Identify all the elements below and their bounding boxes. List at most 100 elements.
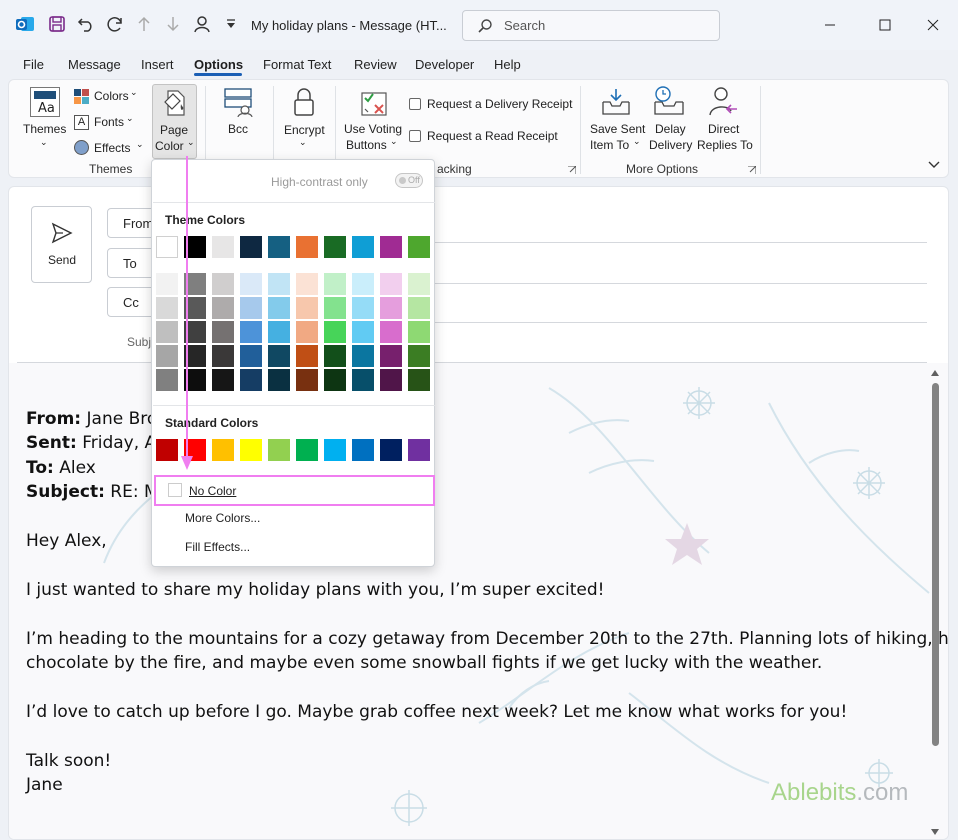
color-swatch[interactable] <box>324 321 346 343</box>
color-swatch[interactable] <box>324 273 346 295</box>
color-swatch[interactable] <box>324 236 346 258</box>
minimize-button[interactable] <box>817 12 843 38</box>
delivery-receipt-checkbox[interactable] <box>409 98 421 110</box>
color-swatch[interactable] <box>408 273 430 295</box>
color-swatch[interactable] <box>352 297 374 319</box>
color-swatch[interactable] <box>240 321 262 343</box>
color-swatch[interactable] <box>352 273 374 295</box>
voting-label-line2[interactable]: Buttons <box>346 138 387 152</box>
color-swatch[interactable] <box>212 439 234 461</box>
no-color-swatch[interactable] <box>168 483 182 497</box>
person-icon[interactable] <box>192 14 212 34</box>
save-sent-icon[interactable] <box>600 87 632 117</box>
tab-file[interactable]: File <box>23 57 44 72</box>
color-swatch[interactable] <box>240 297 262 319</box>
color-swatch[interactable] <box>408 369 430 391</box>
color-swatch[interactable] <box>324 369 346 391</box>
page-color-button[interactable]: Page Color ⌄ <box>152 84 197 159</box>
arrow-down-icon[interactable] <box>163 14 183 34</box>
more-colors-item[interactable]: More Colors... <box>185 511 260 525</box>
search-input[interactable]: Search <box>462 10 720 41</box>
color-swatch[interactable] <box>408 345 430 367</box>
delivery-receipt-label[interactable]: Request a Delivery Receipt <box>427 97 572 111</box>
undo-icon[interactable] <box>76 14 96 34</box>
maximize-button[interactable] <box>872 12 898 38</box>
save-sent-label-line1[interactable]: Save Sent <box>590 122 645 136</box>
collapse-ribbon-icon[interactable] <box>928 160 940 170</box>
effects-button[interactable]: Effects <box>94 141 130 155</box>
color-swatch[interactable] <box>352 439 374 461</box>
color-swatch[interactable] <box>408 321 430 343</box>
color-swatch[interactable] <box>268 439 290 461</box>
color-swatch[interactable] <box>324 297 346 319</box>
vertical-scrollbar[interactable] <box>928 367 942 837</box>
color-swatch[interactable] <box>324 345 346 367</box>
color-swatch[interactable] <box>296 439 318 461</box>
send-button[interactable]: Send <box>31 206 92 283</box>
tab-developer[interactable]: Developer <box>415 57 474 72</box>
read-receipt-checkbox[interactable] <box>409 130 421 142</box>
lock-icon[interactable] <box>291 87 317 117</box>
delay-delivery-icon[interactable] <box>652 85 686 117</box>
color-swatch[interactable] <box>408 297 430 319</box>
color-swatch[interactable] <box>380 273 402 295</box>
fonts-button[interactable]: Fonts <box>94 115 124 129</box>
tab-help[interactable]: Help <box>494 57 521 72</box>
themes-icon[interactable]: Aa <box>30 87 60 117</box>
color-swatch[interactable] <box>212 321 234 343</box>
themes-dropdown-icon[interactable]: ⌄ <box>40 137 48 148</box>
colors-button[interactable]: Colors <box>94 89 129 103</box>
direct-label-line2[interactable]: Replies To <box>697 138 753 152</box>
color-swatch[interactable] <box>212 345 234 367</box>
voting-label-line1[interactable]: Use Voting <box>344 122 402 136</box>
direct-replies-icon[interactable] <box>707 85 739 117</box>
color-swatch[interactable] <box>352 321 374 343</box>
color-swatch[interactable] <box>268 321 290 343</box>
color-swatch[interactable] <box>268 297 290 319</box>
color-swatch[interactable] <box>268 273 290 295</box>
redo-icon[interactable] <box>105 14 125 34</box>
color-swatch[interactable] <box>296 345 318 367</box>
color-swatch[interactable] <box>380 369 402 391</box>
voting-icon[interactable] <box>359 87 389 117</box>
color-swatch[interactable] <box>156 369 178 391</box>
dialog-launcher-icon[interactable] <box>748 166 756 174</box>
high-contrast-toggle[interactable]: Off <box>395 173 423 188</box>
color-swatch[interactable] <box>156 439 178 461</box>
color-swatch[interactable] <box>296 297 318 319</box>
color-swatch[interactable] <box>380 297 402 319</box>
dialog-launcher-icon[interactable] <box>568 166 576 174</box>
color-swatch[interactable] <box>212 369 234 391</box>
color-swatch[interactable] <box>380 439 402 461</box>
color-swatch[interactable] <box>212 236 234 258</box>
color-swatch[interactable] <box>408 439 430 461</box>
color-swatch[interactable] <box>296 321 318 343</box>
save-sent-label-line2[interactable]: Item To <box>590 138 629 152</box>
color-swatch[interactable] <box>240 273 262 295</box>
color-swatch[interactable] <box>380 236 402 258</box>
delay-label-line2[interactable]: Delivery <box>649 138 692 152</box>
color-swatch[interactable] <box>268 369 290 391</box>
color-swatch[interactable] <box>380 321 402 343</box>
color-swatch[interactable] <box>296 369 318 391</box>
color-swatch[interactable] <box>324 439 346 461</box>
scroll-down-icon[interactable] <box>931 829 939 835</box>
color-swatch[interactable] <box>268 236 290 258</box>
bcc-button-label[interactable]: Bcc <box>228 122 248 136</box>
color-swatch[interactable] <box>352 369 374 391</box>
color-swatch[interactable] <box>212 297 234 319</box>
color-swatch[interactable] <box>156 273 178 295</box>
tab-review[interactable]: Review <box>354 57 397 72</box>
color-swatch[interactable] <box>240 369 262 391</box>
tab-insert[interactable]: Insert <box>141 57 174 72</box>
tab-options[interactable]: Options <box>194 57 243 72</box>
color-swatch[interactable] <box>156 321 178 343</box>
no-color-item[interactable]: No Color <box>189 484 236 498</box>
fill-effects-item[interactable]: Fill Effects... <box>185 540 250 554</box>
tab-format-text[interactable]: Format Text <box>263 57 331 72</box>
themes-button-label[interactable]: Themes <box>23 122 66 136</box>
arrow-up-icon[interactable] <box>134 14 154 34</box>
scroll-thumb[interactable] <box>932 383 939 746</box>
color-swatch[interactable] <box>352 345 374 367</box>
customize-qat-icon[interactable] <box>221 14 241 34</box>
